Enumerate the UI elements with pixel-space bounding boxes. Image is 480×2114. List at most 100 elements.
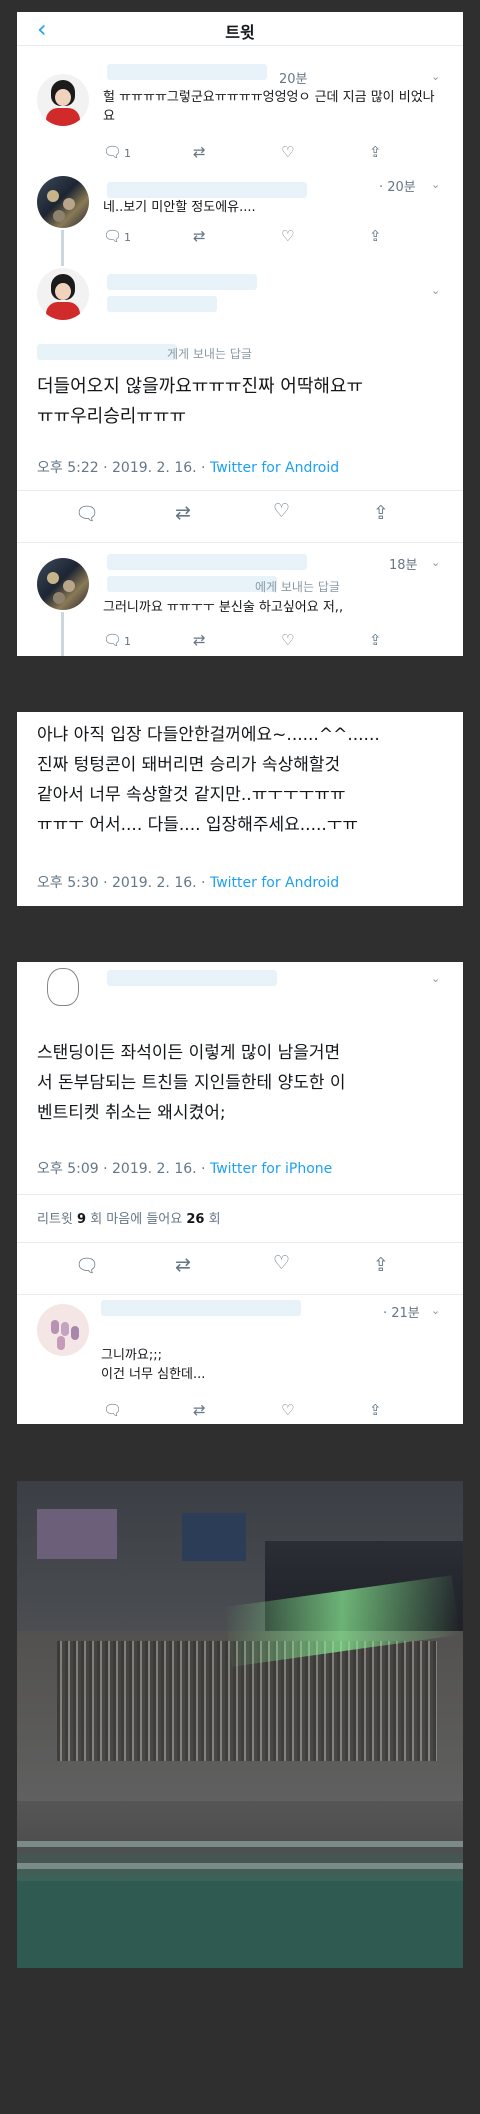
avatar[interactable] <box>37 1304 89 1356</box>
retweet-icon[interactable]: ⇄ <box>175 502 191 524</box>
reply-icon: 🗨 <box>103 143 123 161</box>
share-icon: ⇪ <box>369 631 382 649</box>
share-icon[interactable]: ⇪ <box>373 502 389 524</box>
reply-button[interactable]: 🗨 1 <box>103 226 131 248</box>
reply-text: 그러니까요 ㅠㅠㅜㅜ 분신술 하고싶어요 저,, <box>103 600 344 615</box>
avatar[interactable] <box>37 962 89 1014</box>
tweet-time: · 21분 <box>383 1306 420 1321</box>
like-icon: ♡ <box>281 631 295 649</box>
retweet-icon: ⇄ <box>193 227 206 245</box>
redacted-username <box>107 554 307 570</box>
like-button[interactable]: ♡ <box>281 142 294 162</box>
tweet-timestamp: 오후 5:30 · 2019. 2. 16. · Twitter for And… <box>37 872 339 892</box>
tweet-actions: 🗨 1 ⇄ ♡ ⇪ <box>103 226 443 248</box>
chevron-down-icon[interactable]: ⌄ <box>431 1304 440 1317</box>
retweet-button[interactable]: ⇄ <box>193 226 206 246</box>
chevron-down-icon[interactable]: ⌄ <box>431 972 440 985</box>
like-label[interactable]: 회 마음에 들어요 <box>90 1212 182 1227</box>
reply-text: 그니까요;;; 이건 너무 심한데... <box>101 1348 206 1382</box>
tweet-timestamp: 오후 5:22 · 2019. 2. 16. · Twitter for And… <box>37 457 339 477</box>
share-button[interactable]: ⇪ <box>369 1400 382 1420</box>
chevron-down-icon[interactable]: ⌄ <box>431 70 440 83</box>
redacted-username <box>107 182 307 198</box>
avatar[interactable] <box>37 558 89 610</box>
reply-icon[interactable]: 🗨 <box>75 502 99 525</box>
tweet-text: 아냐 아직 입장 다들안한걸꺼에요~......^^...... 진짜 텅텅콘이… <box>37 725 380 835</box>
divider <box>17 1294 463 1295</box>
source-link[interactable]: Twitter for Android <box>210 875 339 891</box>
tweet-actions: 🗨 1 ⇄ ♡ ⇪ <box>103 142 443 164</box>
share-button[interactable]: ⇪ <box>369 142 382 162</box>
replying-to: 게게 보내는 답글 <box>167 347 252 361</box>
like-button[interactable]: ♡ <box>281 630 294 650</box>
reply-button[interactable]: 🗨 1 <box>103 630 131 652</box>
divider <box>17 542 463 543</box>
share-button[interactable]: ⇪ <box>369 630 382 650</box>
redacted-username <box>101 1300 301 1316</box>
chevron-down-icon[interactable]: ⌄ <box>431 284 440 297</box>
tweet-text: 더들어오지 않을까요ㅠㅠㅠ진짜 어딱해요ㅠ ㅠㅠ우리승리ㅠㅠㅠ <box>37 376 364 427</box>
tweet-actions: 🗨 ⇄ ♡ ⇪ <box>103 1400 443 1422</box>
seating-area <box>17 1881 463 1968</box>
tweet-time: 18분 <box>389 558 418 573</box>
railing <box>17 1841 463 1847</box>
redacted-reply-target <box>37 344 177 360</box>
retweet-icon: ⇄ <box>193 143 206 161</box>
avatar[interactable] <box>37 268 89 320</box>
divider <box>17 490 463 491</box>
like-icon: ♡ <box>281 227 295 245</box>
tweet-stats: 리트윗 9 회 마음에 들어요 26 회 <box>37 1208 221 1227</box>
divider <box>17 1242 463 1243</box>
share-icon: ⇪ <box>369 1401 382 1419</box>
like-icon[interactable]: ♡ <box>273 1252 290 1274</box>
divider <box>17 1194 463 1195</box>
timestamp-text: 오후 5:30 · 2019. 2. 16. · <box>37 875 210 891</box>
share-button[interactable]: ⇪ <box>369 226 382 246</box>
redacted-username <box>107 970 277 986</box>
tweet-time: · 20분 <box>379 180 416 195</box>
retweet-button[interactable]: ⇄ <box>193 142 206 162</box>
replying-to: 에게 보내는 답글 <box>255 580 340 594</box>
reply-text: 네..보기 미안할 정도에유.... <box>103 200 256 215</box>
retweet-icon[interactable]: ⇄ <box>175 1254 191 1276</box>
redacted-username <box>107 64 267 80</box>
retweet-button[interactable]: ⇄ <box>193 1400 206 1420</box>
thread-line <box>61 230 64 266</box>
like-icon: ♡ <box>281 143 295 161</box>
tweet-timestamp: 오후 5:09 · 2019. 2. 16. · Twitter for iPh… <box>37 1158 332 1178</box>
like-button[interactable]: ♡ <box>281 226 294 246</box>
redacted-handle <box>107 296 217 312</box>
tweet-thread-panel: ‹ 트윗 20분 ⌄ 헐 ㅠㅠㅠㅠ그렇군요ㅠㅠㅠㅠ엉엉엉ㅇ 근데 지금 많이 비… <box>17 12 463 656</box>
reply-icon[interactable]: 🗨 <box>75 1254 99 1277</box>
tweet-time: 20분 <box>279 72 308 87</box>
tweet-header: ‹ 트윗 <box>17 12 463 46</box>
like-button[interactable]: ♡ <box>281 1400 294 1420</box>
tweet-panel-2: 아냐 아직 입장 다들안한걸꺼에요~......^^...... 진짜 텅텅콘이… <box>17 712 463 906</box>
reply-text: 헐 ㅠㅠㅠㅠ그렇군요ㅠㅠㅠㅠ엉엉엉ㅇ 근데 지금 많이 비었나요 <box>103 90 435 124</box>
source-link[interactable]: Twitter for Android <box>210 460 339 476</box>
source-link[interactable]: Twitter for iPhone <box>210 1161 332 1177</box>
timestamp-text: 오후 5:09 · 2019. 2. 16. · <box>37 1161 210 1177</box>
retweet-button[interactable]: ⇄ <box>193 630 206 650</box>
retweet-label[interactable]: 리트윗 <box>37 1212 73 1227</box>
retweet-icon: ⇄ <box>193 1401 206 1419</box>
thread-line <box>61 612 64 656</box>
chevron-down-icon[interactable]: ⌄ <box>431 556 440 569</box>
tweet-text: 스탠딩이든 좌석이든 이렇게 많이 남을거면 서 돈부담되는 트친들 지인들한테… <box>37 1043 346 1123</box>
reply-button[interactable]: 🗨 <box>103 1400 122 1420</box>
reply-button[interactable]: 🗨 1 <box>103 142 131 164</box>
like-icon: ♡ <box>281 1401 295 1419</box>
like-suffix: 회 <box>208 1212 221 1227</box>
like-icon[interactable]: ♡ <box>273 500 290 522</box>
tweet-panel-3: ⌄ 스탠딩이든 좌석이든 이렇게 많이 남을거면 서 돈부담되는 트친들 지인들… <box>17 962 463 1424</box>
avatar[interactable] <box>37 176 89 228</box>
venue-screen <box>182 1513 246 1561</box>
retweet-icon: ⇄ <box>193 631 206 649</box>
chevron-down-icon[interactable]: ⌄ <box>431 178 440 191</box>
retweet-count: 9 <box>77 1212 87 1227</box>
avatar[interactable] <box>37 74 89 126</box>
share-icon[interactable]: ⇪ <box>373 1254 389 1276</box>
reply-icon: 🗨 <box>103 227 123 245</box>
like-count: 26 <box>186 1212 205 1227</box>
share-icon: ⇪ <box>369 143 382 161</box>
